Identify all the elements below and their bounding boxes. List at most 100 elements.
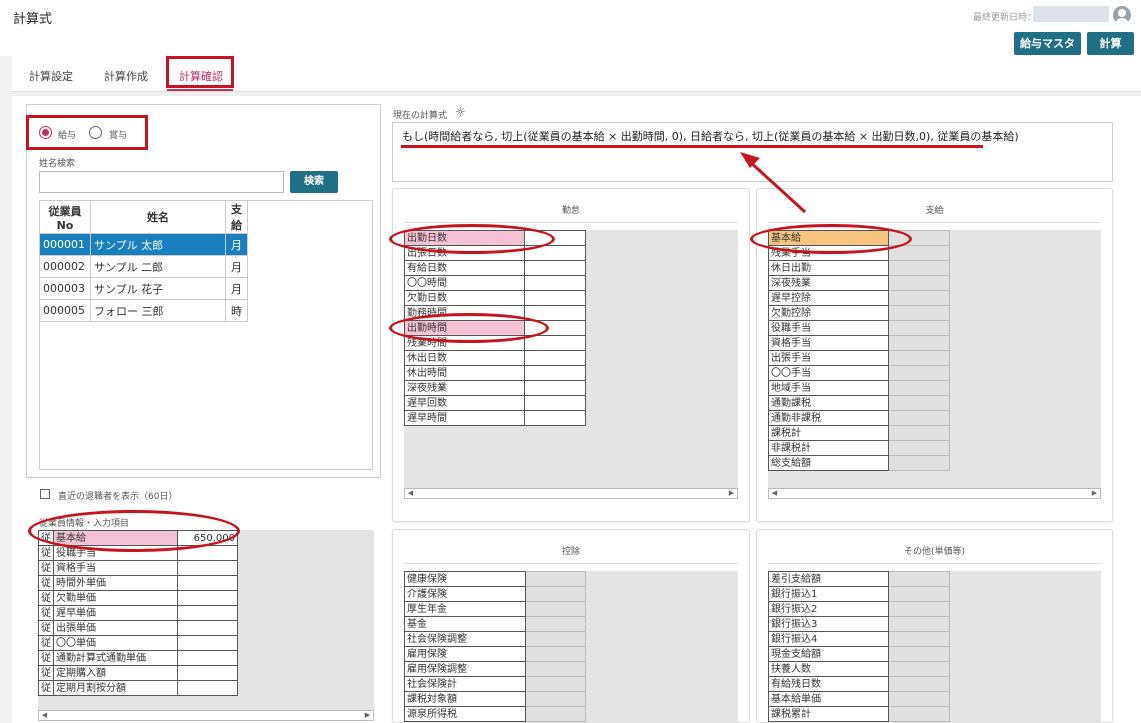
item-value[interactable] [524, 335, 586, 351]
item-label[interactable]: 遅早回数 [403, 395, 526, 411]
scroll-right-icon[interactable]: ▶ [362, 711, 373, 720]
grid-row[interactable]: 銀行振込3 [767, 616, 950, 632]
info-value[interactable] [176, 590, 239, 606]
grid-row[interactable]: 銀行振込2 [767, 601, 950, 617]
info-label[interactable]: 定期月割按分額 [53, 680, 178, 696]
scroll-right-icon[interactable]: ▶ [1089, 489, 1100, 498]
item-value[interactable] [888, 706, 950, 722]
grid-row[interactable]: 社会保険計 [404, 676, 586, 692]
item-label[interactable]: 〇〇時間 [403, 275, 526, 291]
item-value[interactable] [888, 676, 950, 692]
item-value[interactable] [888, 275, 950, 291]
item-value[interactable] [888, 425, 950, 441]
avatar-icon[interactable] [1113, 6, 1131, 24]
item-label[interactable]: 欠勤日数 [403, 290, 526, 306]
item-label[interactable]: 銀行振込4 [767, 631, 890, 647]
grid-row[interactable]: 休日出勤 [767, 260, 950, 276]
item-value[interactable] [524, 676, 586, 692]
item-label[interactable]: 休出時間 [403, 365, 526, 381]
grid-row[interactable]: 深夜残業 [767, 275, 950, 291]
item-value[interactable] [888, 365, 950, 381]
item-value[interactable] [524, 706, 586, 722]
item-label[interactable]: 〇〇手当 [767, 365, 890, 381]
employee-info-row[interactable]: 従遅早単価 [38, 605, 239, 621]
grid-row[interactable]: 欠勤日数 [403, 290, 586, 306]
grid-row[interactable]: 課税計 [767, 425, 950, 441]
info-label[interactable]: 時間外単価 [53, 575, 178, 591]
item-value[interactable] [888, 410, 950, 426]
item-label[interactable]: 課税対象額 [404, 691, 526, 707]
info-label[interactable]: 通勤計算式通勤単価 [53, 650, 178, 666]
item-value[interactable] [524, 616, 586, 632]
employee-info-row[interactable]: 従通勤計算式通勤単価 [38, 650, 239, 666]
info-label[interactable]: 定期購入額 [53, 665, 178, 681]
info-label[interactable]: 出張単価 [53, 620, 178, 636]
item-value[interactable] [888, 350, 950, 366]
info-value[interactable] [176, 650, 239, 666]
item-value[interactable] [524, 380, 586, 396]
grid-row[interactable]: 非課税計 [767, 440, 950, 456]
item-value[interactable] [524, 305, 586, 321]
item-label[interactable]: 欠勤控除 [767, 305, 890, 321]
grid-row[interactable]: 休出時間 [403, 365, 586, 381]
info-value[interactable] [176, 665, 239, 681]
grid-row[interactable]: 〇〇時間 [403, 275, 586, 291]
item-value[interactable] [888, 380, 950, 396]
item-value[interactable] [888, 631, 950, 647]
item-value[interactable] [888, 335, 950, 351]
grid-row[interactable]: 有給残日数 [767, 676, 950, 692]
grid-row[interactable]: 厚生年金 [404, 601, 586, 617]
grid-row[interactable]: 地域手当 [767, 380, 950, 396]
info-value[interactable] [176, 680, 239, 696]
grid-row[interactable]: 課税累計 [767, 706, 950, 722]
salary-master-button[interactable]: 給与マスタ [1014, 32, 1081, 55]
grid-row[interactable]: 雇用保険 [404, 646, 586, 662]
item-value[interactable] [888, 646, 950, 662]
item-label[interactable]: 休出日数 [403, 350, 526, 366]
employee-info-row[interactable]: 従〇〇単価 [38, 635, 239, 651]
item-label[interactable]: 介護保険 [404, 586, 526, 602]
info-label[interactable]: 欠勤単価 [53, 590, 178, 606]
item-label[interactable]: 課税累計 [767, 706, 890, 722]
employee-row[interactable]: 000005 フォロー 三郎 時 [39, 299, 248, 322]
info-value[interactable] [176, 575, 239, 591]
item-value[interactable] [888, 455, 950, 471]
calculate-button[interactable]: 計算 [1087, 32, 1134, 55]
tab-calc-settings[interactable]: 計算設定 [29, 68, 73, 84]
grid-row[interactable]: 役職手当 [767, 320, 950, 336]
grid-row[interactable]: 通勤課税 [767, 395, 950, 411]
item-value[interactable] [524, 571, 586, 587]
item-label[interactable]: 基金 [404, 616, 526, 632]
employee-row[interactable]: 000003 サンプル 花子 月 [39, 277, 248, 300]
item-label[interactable]: 源泉所得税 [404, 706, 526, 722]
item-label[interactable]: 扶養人数 [767, 661, 890, 677]
grid-row[interactable]: 銀行振込4 [767, 631, 950, 647]
item-label[interactable]: 総支給額 [767, 455, 890, 471]
show-retired-checkbox[interactable] [40, 489, 50, 499]
item-label[interactable]: 雇用保険調整 [404, 661, 526, 677]
payment-scrollbar[interactable]: ◀ ▶ [768, 488, 1101, 499]
item-label[interactable]: 遅早控除 [767, 290, 890, 306]
grid-row[interactable]: 雇用保険調整 [404, 661, 586, 677]
grid-row[interactable]: 遅早時間 [403, 410, 586, 426]
employee-row[interactable]: 000002 サンプル 二郎 月 [39, 255, 248, 278]
info-label[interactable]: 資格手当 [53, 560, 178, 576]
grid-row[interactable]: 欠勤控除 [767, 305, 950, 321]
item-label[interactable]: 役職手当 [767, 320, 890, 336]
item-value[interactable] [524, 395, 586, 411]
grid-row[interactable]: 遅早控除 [767, 290, 950, 306]
scroll-left-icon[interactable]: ◀ [39, 711, 50, 720]
item-label[interactable]: 課税計 [767, 425, 890, 441]
scroll-left-icon[interactable]: ◀ [769, 489, 780, 498]
item-value[interactable] [888, 601, 950, 617]
item-value[interactable] [524, 350, 586, 366]
item-label[interactable]: 社会保険計 [404, 676, 526, 692]
search-button[interactable]: 検索 [290, 171, 338, 193]
grid-row[interactable]: 扶養人数 [767, 661, 950, 677]
item-value[interactable] [524, 646, 586, 662]
scroll-left-icon[interactable]: ◀ [405, 489, 416, 498]
item-label[interactable]: 有給残日数 [767, 676, 890, 692]
item-label[interactable]: 地域手当 [767, 380, 890, 396]
tab-calc-create[interactable]: 計算作成 [104, 68, 148, 84]
item-value[interactable] [524, 275, 586, 291]
